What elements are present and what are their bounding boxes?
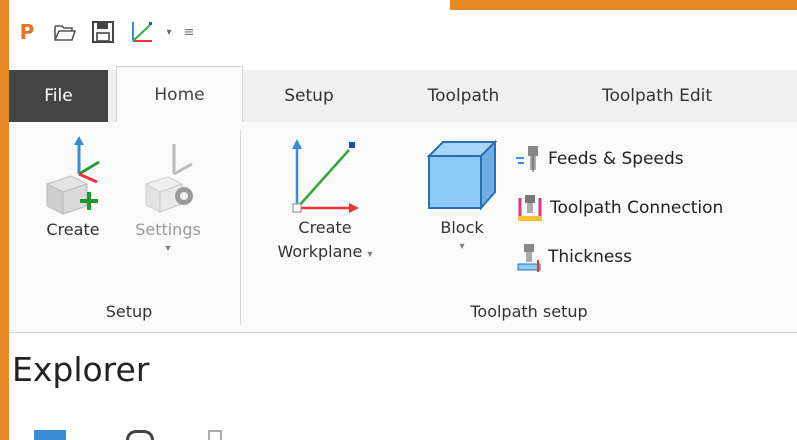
feeds-speeds-button[interactable]: Feeds & Speeds (514, 142, 684, 176)
window-frame-accent (0, 0, 9, 440)
toolpath-connection-button[interactable]: Toolpath Connection (514, 191, 723, 225)
app-logo-icon[interactable]: P (14, 10, 40, 54)
explorer-toolbar-icon[interactable] (126, 430, 154, 440)
feeds-speeds-icon (516, 146, 538, 172)
chevron-down-icon: ▾ (459, 241, 465, 252)
toolpath-connections-icon (518, 195, 542, 221)
thickness-icon (517, 244, 541, 272)
ribbon-home: Create Settings ▾ Setup Create Workplane… (9, 122, 797, 333)
create-workplane-label-2-wrap: Workplane ▾ (277, 240, 372, 264)
create-workplane-icon (292, 139, 359, 213)
create-workplane-axes-icon (45, 136, 100, 215)
create-workplane-label-2: Workplane (277, 242, 363, 261)
ribbon-tabs: File Home Setup Toolpath Toolpath Edit (9, 66, 797, 122)
explorer-title: Explorer (12, 350, 150, 389)
settings-button[interactable]: Settings ▾ (113, 134, 223, 256)
customize-icon[interactable]: ≡ (179, 10, 199, 54)
feeds-speeds-label: Feeds & Speeds (548, 149, 684, 169)
thickness-button[interactable]: Thickness (514, 240, 632, 274)
chevron-down-icon[interactable]: ▾ (159, 10, 179, 54)
block-cube-icon (426, 139, 498, 211)
explorer-toolbar-icon[interactable] (34, 430, 66, 440)
settings-gear-icon (144, 144, 193, 213)
tab-file[interactable]: File (9, 70, 108, 122)
open-folder-icon[interactable] (49, 10, 81, 54)
tab-setup[interactable]: Setup (264, 70, 354, 122)
quick-access-toolbar: P ▾ ≡ (9, 10, 797, 54)
tab-toolpath-edit[interactable]: Toolpath Edit (572, 70, 742, 122)
tab-toolpath[interactable]: Toolpath (401, 70, 526, 122)
chevron-down-icon: ▾ (165, 243, 171, 254)
group-divider (240, 130, 241, 325)
block-button[interactable]: Block ▾ (417, 136, 507, 254)
toolpath-connection-label: Toolpath Connection (550, 198, 724, 218)
thickness-label: Thickness (548, 247, 633, 267)
create-workplane-label-1: Create (298, 218, 352, 237)
block-label: Block (440, 218, 484, 237)
save-icon[interactable] (87, 10, 119, 54)
create-button[interactable]: Create (33, 134, 113, 242)
create-workplane-button[interactable]: Create Workplane ▾ (255, 136, 395, 264)
workplane-icon[interactable] (125, 10, 159, 54)
toolpath-setup-group-label: Toolpath setup (470, 301, 588, 321)
settings-label: Settings (135, 220, 201, 239)
window-frame-accent-top (450, 0, 797, 10)
explorer-toolbar-icon[interactable] (208, 430, 222, 440)
create-label: Create (46, 220, 100, 239)
chevron-down-icon: ▾ (367, 249, 373, 260)
setup-group-label: Setup (105, 301, 153, 321)
tab-home[interactable]: Home (116, 66, 243, 122)
